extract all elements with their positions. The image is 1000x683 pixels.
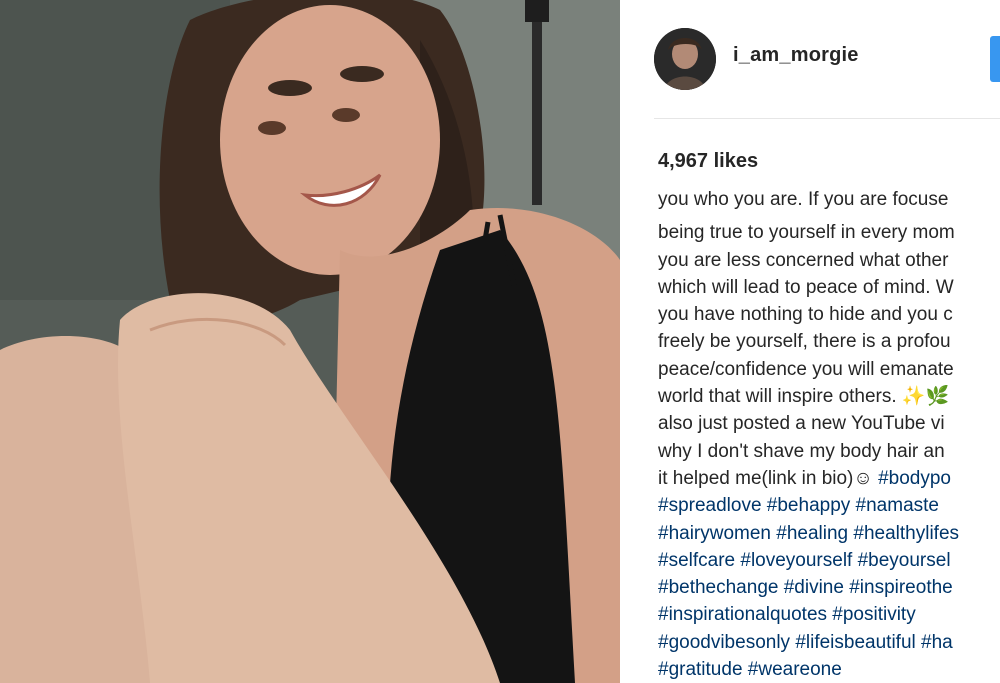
profile-photo-icon [654,28,716,90]
header-divider [654,118,1000,119]
hashtag-line[interactable]: #selfcare #loveyourself #beyoursel [658,547,1000,574]
post-photo[interactable] [0,0,620,683]
caption-line: you have nothing to hide and you c [658,304,953,326]
caption-line: freely be yourself, there is a profou [658,331,951,353]
follow-button[interactable] [990,36,1000,82]
caption-line: being true to yourself in every mom [658,222,955,244]
hashtag-line[interactable]: #spreadlove #behappy #namaste [658,492,1000,519]
hashtag-link[interactable]: #bodypo [878,468,951,489]
caption-line: also just posted a new YouTube vi [658,413,945,435]
caption-line: peace/confidence you will emanate [658,358,954,380]
post-caption: you who you are. If you are focuse being… [658,189,1000,683]
hashtag-line[interactable]: #gratitude #weareone [658,656,1000,683]
hashtag-line[interactable]: #hairywomen #healing #healthylifes [658,520,1000,547]
hashtag-line[interactable]: #inspirationalquotes #positivity [658,601,1000,628]
hashtag-line[interactable]: #goodvibesonly #lifeisbeautiful #ha [658,629,1000,656]
caption-line: you who you are. If you are focuse [658,189,949,210]
avatar[interactable] [654,28,716,90]
caption-line: which will lead to peace of mind. W [658,276,954,298]
hashtag-line[interactable]: #bethechange #divine #inspireothe [658,574,1000,601]
selfie-illustration [0,0,620,683]
caption-line: why I don't shave my body hair an [658,440,945,462]
username[interactable]: i_am_morgie [733,44,859,67]
caption-text: it helped me(link in bio)☺ [658,467,873,489]
caption-line-with-tag: it helped me(link in bio)☺ #bodypo [658,465,1000,492]
post-details-panel: i_am_morgie 4,967 likes you who you are.… [620,0,1000,683]
caption-line: world that will inspire others. ✨🌿 [658,386,950,408]
caption-line: you are less concerned what other [658,249,949,271]
light-stand [532,0,542,205]
face [220,5,440,275]
post-header: i_am_morgie [620,0,1000,118]
likes-count[interactable]: 4,967 likes [658,150,758,173]
